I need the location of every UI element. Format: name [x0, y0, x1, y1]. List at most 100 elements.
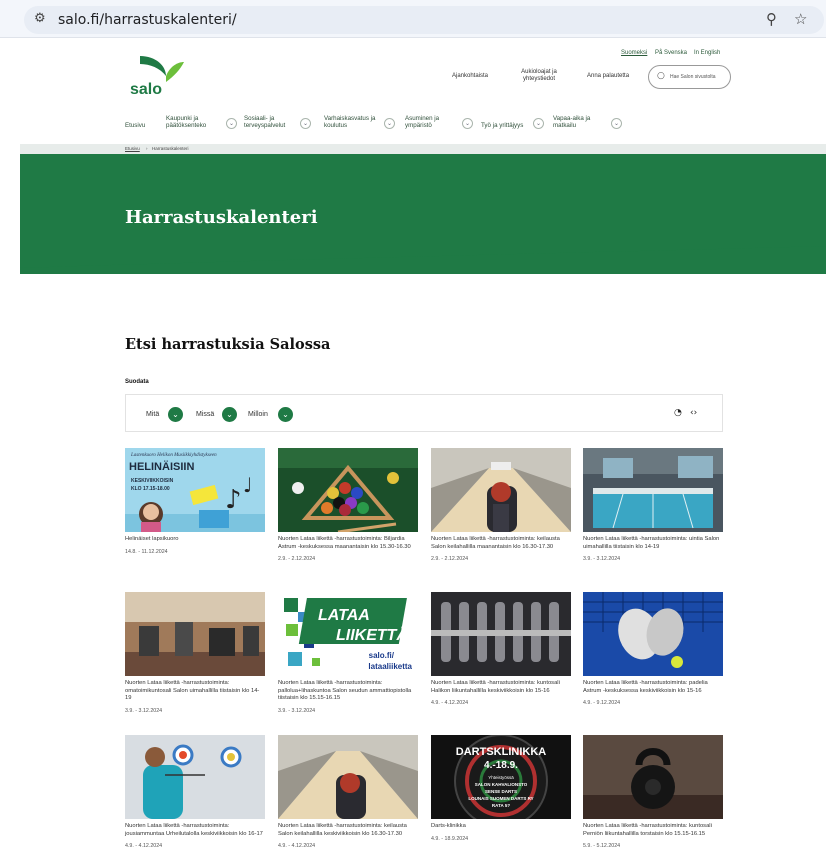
chevron-down-icon[interactable]: ⌄ — [533, 118, 544, 129]
card-title[interactable]: Nuorten Lataa liikettä -harrastustoimint… — [125, 680, 265, 703]
link-ajankohtaista[interactable]: Ajankohtaista — [452, 73, 488, 80]
breadcrumb-home[interactable]: Etusivu — [125, 146, 140, 151]
nav-vapaa-aika[interactable]: Vapaa-aika ja matkailu — [553, 115, 601, 129]
card-title[interactable]: Nuorten Lataa liikettä -harrastustoimint… — [431, 536, 571, 551]
card-date: 3.9. - 3.12.2024 — [125, 707, 163, 714]
link-aukioloajat[interactable]: Aukioloajat ja yhteystiedot — [515, 69, 563, 83]
svg-text:KESKIVIIKKOISIN: KESKIVIIKKOISIN — [131, 478, 174, 484]
filter-milloin-label[interactable]: Milloin — [248, 411, 268, 418]
rss-icon[interactable]: ◔ — [674, 408, 682, 418]
section-title: Etsi harrastuksia Salossa — [125, 336, 331, 353]
svg-text:4.-18.9.: 4.-18.9. — [484, 760, 518, 771]
card-image — [278, 448, 418, 532]
card-date: 2.9. - 2.12.2024 — [431, 556, 469, 562]
event-card[interactable]: Nuorten Lataa liikettä -harrastustoimint… — [125, 735, 265, 849]
svg-text:LIIKETTÄ: LIIKETTÄ — [336, 626, 408, 644]
chevron-down-icon[interactable]: ⌄ — [168, 407, 183, 422]
nav-varhaiskasvatus[interactable]: Varhaiskasvatus ja koulutus — [324, 115, 382, 129]
page: salo Suomeksi På Svenska In English Ajan… — [20, 38, 826, 868]
card-title[interactable]: Nuorten Lataa liikettä -harrastustoimint… — [125, 823, 265, 838]
card-title[interactable]: Nuorten Lataa liikettä -harrastustoimint… — [583, 536, 723, 551]
card-title[interactable]: Nuorten Lataa liikettä -harrastustoimint… — [431, 680, 571, 695]
chevron-down-icon[interactable]: ⌄ — [278, 407, 293, 422]
chevron-down-icon[interactable]: ⌄ — [222, 407, 237, 422]
svg-text:RATA 5?: RATA 5? — [492, 803, 510, 808]
chevron-down-icon[interactable]: ⌄ — [226, 118, 237, 129]
event-card[interactable]: Nuorten Lataa liikettä -harrastustoimint… — [278, 735, 418, 849]
nav-etusivu[interactable]: Etusivu — [125, 122, 145, 129]
lang-english[interactable]: In English — [694, 50, 720, 56]
svg-text:LOUNAIS SUOMEN DARTS RY: LOUNAIS SUOMEN DARTS RY — [468, 796, 533, 801]
lang-swedish[interactable]: På Svenska — [655, 50, 687, 56]
svg-text:HELINÄISIIN: HELINÄISIIN — [129, 460, 194, 473]
search-placeholder: Hae Salon sivustolta — [670, 74, 716, 80]
card-title[interactable]: Helinäiset lapsikuoro — [125, 536, 265, 544]
svg-text:LATAA: LATAA — [318, 607, 370, 624]
event-card[interactable]: Nuorten Lataa liikettä -harrastustoimint… — [583, 735, 723, 849]
card-image — [431, 592, 571, 676]
card-title[interactable]: Nuorten Lataa liikettä -harrastustoimint… — [278, 536, 418, 551]
svg-text:salo.fi/: salo.fi/ — [369, 651, 395, 660]
hero-wave — [20, 234, 826, 268]
event-card[interactable]: Nuorten Lataa liikettä -harrastustoimint… — [583, 448, 723, 562]
card-image: Lastenkuoro Helikon Musiikkiyhdistykseen… — [125, 448, 265, 532]
card-date: 4.9. - 4.12.2024 — [278, 843, 316, 849]
card-title[interactable]: Nuorten Lataa liikettä -harrastustoimint… — [278, 823, 418, 838]
card-date: 2.9. - 2.12.2024 — [278, 556, 316, 562]
nav-asuminen[interactable]: Asuminen ja ympäristö — [405, 115, 455, 129]
link-palaute[interactable]: Anna palautetta — [587, 73, 629, 80]
filter-bar: Mitä ⌄ Missä ⌄ Milloin ⌄ ◔ ‹› — [125, 394, 723, 432]
card-title[interactable]: Nuorten Lataa liikettä -harrastustoimint… — [278, 680, 418, 703]
card-date: 5.9. - 5.12.2024 — [583, 843, 621, 849]
card-title[interactable]: Nuorten Lataa liikettä -harrastustoimint… — [583, 680, 723, 695]
svg-text:DARTSKLINIKKA: DARTSKLINIKKA — [456, 746, 546, 758]
chevron-down-icon[interactable]: ⌄ — [462, 118, 473, 129]
filter-mita-label[interactable]: Mitä — [146, 411, 159, 418]
event-card[interactable]: DARTSKLINIKKA 4.-18.9. Yhteistyössä SALO… — [431, 735, 571, 842]
card-image: LATAA LIIKETTÄ salo.fi/ lataaliiketta — [278, 592, 418, 676]
card-image: DARTSKLINIKKA 4.-18.9. Yhteistyössä SALO… — [431, 735, 571, 819]
chevron-down-icon[interactable]: ⌄ — [384, 118, 395, 129]
chevron-down-icon[interactable]: ⌄ — [300, 118, 311, 129]
lang-finnish[interactable]: Suomeksi — [621, 50, 647, 56]
card-date: 3.9. - 3.12.2024 — [278, 707, 316, 714]
card-title[interactable]: Darts-klinikka — [431, 823, 571, 831]
svg-text:♩: ♩ — [243, 473, 252, 497]
star-icon[interactable]: ☆ — [794, 10, 807, 28]
svg-text:Yhteistyössä: Yhteistyössä — [488, 775, 514, 780]
event-card[interactable]: Nuorten Lataa liikettä -harrastustoimint… — [125, 592, 265, 714]
embed-icon[interactable]: ‹› — [690, 408, 697, 418]
site-search[interactable]: ○ Hae Salon sivustolta — [648, 65, 731, 89]
logo-text: salo — [130, 81, 162, 98]
svg-text:SALON KAHVALIONSTO: SALON KAHVALIONSTO — [475, 782, 528, 787]
address-bar[interactable]: ⚙ salo.fi/harrastuskalenteri/ ⚲ ☆ — [24, 6, 824, 34]
breadcrumb: Etusivu › Harrastuskalenteri — [20, 144, 826, 154]
card-date: 14.8. - 11.12.2024 — [125, 548, 168, 555]
card-image — [583, 735, 723, 819]
card-image — [125, 592, 265, 676]
event-card[interactable]: Lastenkuoro Helikon Musiikkiyhdistykseen… — [125, 448, 265, 555]
page-title: Harrastuskalenteri — [125, 207, 318, 228]
zoom-icon[interactable]: ⚲ — [766, 10, 777, 28]
event-card[interactable]: Nuorten Lataa liikettä -harrastustoimint… — [431, 592, 571, 706]
card-image — [583, 448, 723, 532]
card-date: 4.9. - 9.12.2024 — [583, 700, 621, 706]
event-card[interactable]: Nuorten Lataa liikettä -harrastustoimint… — [583, 592, 723, 706]
nav-kaupunki[interactable]: Kaupunki ja päätöksenteko — [166, 115, 224, 129]
svg-text:Lastenkuoro Helikon Musiikkiyh: Lastenkuoro Helikon Musiikkiyhdistykseen — [130, 453, 217, 458]
event-card[interactable]: Nuorten Lataa liikettä -harrastustoimint… — [431, 448, 571, 562]
nav-sosiaali[interactable]: Sosiaali- ja terveyspalvelut — [244, 115, 306, 129]
card-image — [278, 735, 418, 819]
svg-text:KLO 17.15-18.00: KLO 17.15-18.00 — [131, 486, 170, 492]
event-card[interactable]: LATAA LIIKETTÄ salo.fi/ lataaliiketta Nu… — [278, 592, 418, 714]
nav-tyo[interactable]: Työ ja yrittäjyys — [481, 122, 523, 129]
chevron-down-icon[interactable]: ⌄ — [611, 118, 622, 129]
event-card[interactable]: Nuorten Lataa liikettä -harrastustoimint… — [278, 448, 418, 562]
url-text[interactable]: salo.fi/harrastuskalenteri/ — [58, 12, 237, 28]
svg-text:SENSE DARTS: SENSE DARTS — [485, 789, 517, 794]
tune-icon[interactable]: ⚙ — [34, 11, 46, 26]
card-date: 4.9. - 4.12.2024 — [431, 700, 469, 706]
salo-logo[interactable]: salo — [126, 52, 184, 98]
card-title[interactable]: Nuorten Lataa liikettä -harrastustoimint… — [583, 823, 723, 838]
filter-missa-label[interactable]: Missä — [196, 411, 214, 418]
